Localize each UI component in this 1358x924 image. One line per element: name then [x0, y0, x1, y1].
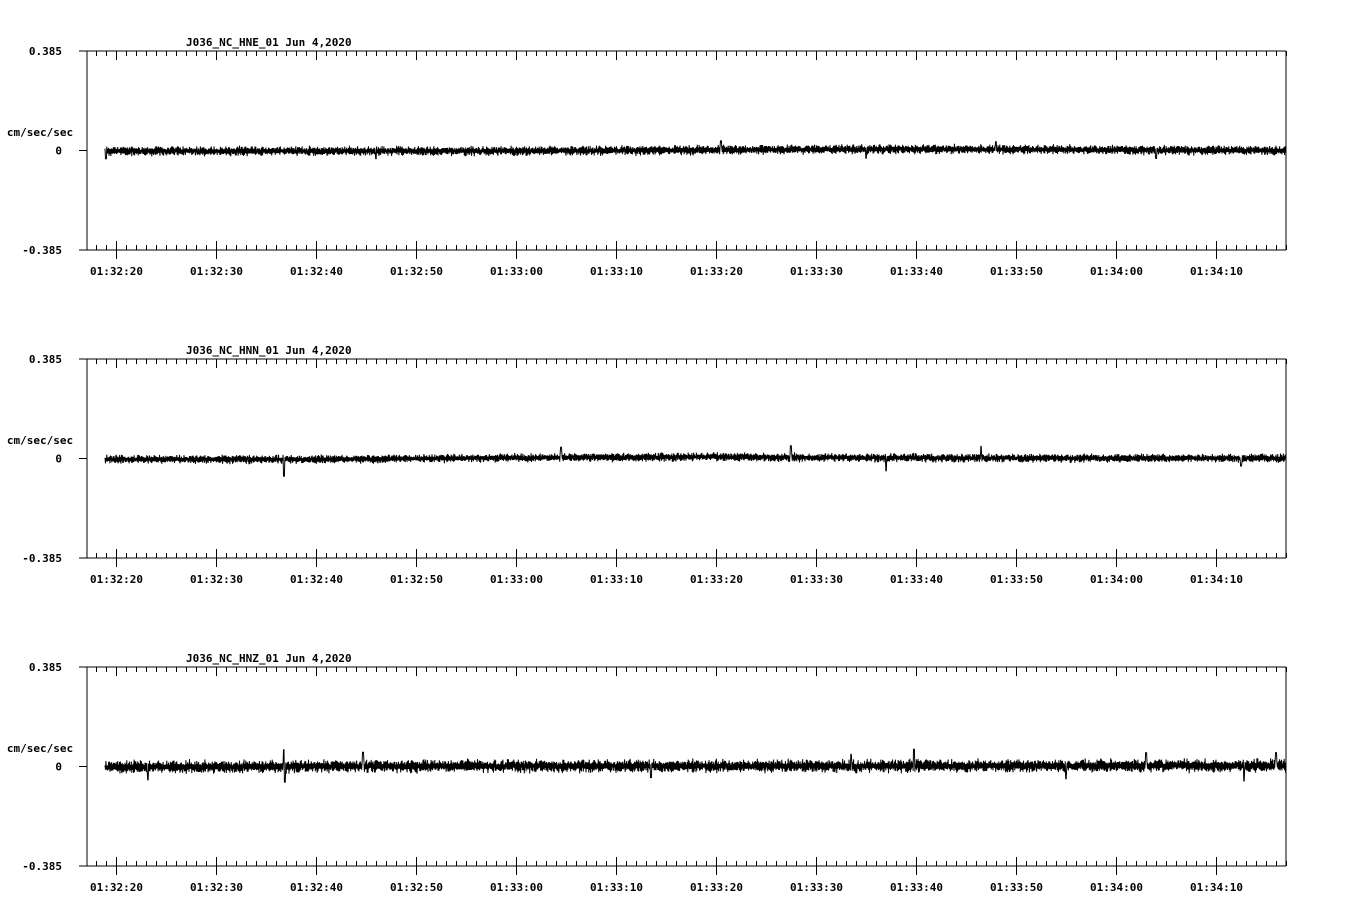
x-tick-label: 01:32:40: [290, 573, 343, 586]
x-tick-label: 01:32:50: [390, 265, 443, 278]
chart-title: J036_NC_HNZ_01 Jun 4,2020: [186, 652, 352, 665]
seismogram-panels: J036_NC_HNE_01 Jun 4,2020 cm/sec/sec 0.385…: [7, 36, 1287, 894]
x-tick-label: 01:32:30: [190, 265, 243, 278]
x-tick-label: 01:33:10: [590, 573, 643, 586]
panel-3: J036_NC_HNZ_01 Jun 4,2020 cm/sec/sec 0.385…: [7, 652, 1287, 894]
chart-title: J036_NC_HNE_01 Jun 4,2020: [186, 36, 352, 49]
x-tick-label: 01:34:10: [1190, 265, 1243, 278]
x-tick-label: 01:32:30: [190, 573, 243, 586]
x-tick-label: 01:33:20: [690, 573, 743, 586]
x-tick-label: 01:33:20: [690, 265, 743, 278]
waveform-trace: [104, 140, 1287, 160]
x-tick-label: 01:33:50: [990, 573, 1043, 586]
x-tick-label: 01:33:10: [590, 265, 643, 278]
x-tick-label: 01:32:50: [390, 881, 443, 894]
x-tick-label: 01:33:00: [490, 265, 543, 278]
x-tick-label: 01:33:40: [890, 265, 943, 278]
x-tick-label: 01:33:00: [490, 573, 543, 586]
y-tick-label: -0.385: [22, 244, 62, 257]
y-tick-label: 0: [55, 453, 62, 466]
x-tick-label: 01:34:10: [1190, 881, 1243, 894]
x-tick-label: 01:33:40: [890, 573, 943, 586]
x-tick-label: 01:33:40: [890, 881, 943, 894]
x-tick-label: 01:33:30: [790, 573, 843, 586]
y-axis-label: cm/sec/sec: [7, 742, 73, 755]
x-tick-label: 01:33:10: [590, 881, 643, 894]
y-tick-label: 0.385: [29, 661, 62, 674]
x-tick-label: 01:33:00: [490, 881, 543, 894]
x-tick-label: 01:32:40: [290, 265, 343, 278]
x-tick-label: 01:32:50: [390, 573, 443, 586]
x-tick-label: 01:32:40: [290, 881, 343, 894]
y-tick-label: 0: [55, 145, 62, 158]
x-tick-label: 01:33:30: [790, 881, 843, 894]
waveform-trace: [104, 748, 1287, 783]
panel-2: J036_NC_HNN_01 Jun 4,2020 cm/sec/sec 0.385…: [7, 344, 1287, 586]
x-tick-label: 01:32:20: [90, 573, 143, 586]
x-tick-label: 01:34:00: [1090, 573, 1143, 586]
y-axis-label: cm/sec/sec: [7, 126, 73, 139]
x-tick-label: 01:33:30: [790, 265, 843, 278]
x-tick-label: 01:34:00: [1090, 265, 1143, 278]
x-tick-label: 01:33:20: [690, 881, 743, 894]
y-tick-label: 0.385: [29, 45, 62, 58]
x-tick-label: 01:34:10: [1190, 573, 1243, 586]
x-tick-label: 01:32:20: [90, 265, 143, 278]
y-tick-label: 0: [55, 761, 62, 774]
chart-title: J036_NC_HNN_01 Jun 4,2020: [186, 344, 352, 357]
waveform-trace: [104, 445, 1287, 477]
x-tick-label: 01:33:50: [990, 265, 1043, 278]
x-tick-label: 01:34:00: [1090, 881, 1143, 894]
y-tick-label: 0.385: [29, 353, 62, 366]
x-tick-label: 01:32:30: [190, 881, 243, 894]
panel-1: J036_NC_HNE_01 Jun 4,2020 cm/sec/sec 0.385…: [7, 36, 1287, 278]
y-tick-label: -0.385: [22, 860, 62, 873]
x-tick-label: 01:33:50: [990, 881, 1043, 894]
y-tick-label: -0.385: [22, 552, 62, 565]
x-tick-label: 01:32:20: [90, 881, 143, 894]
y-axis-label: cm/sec/sec: [7, 434, 73, 447]
